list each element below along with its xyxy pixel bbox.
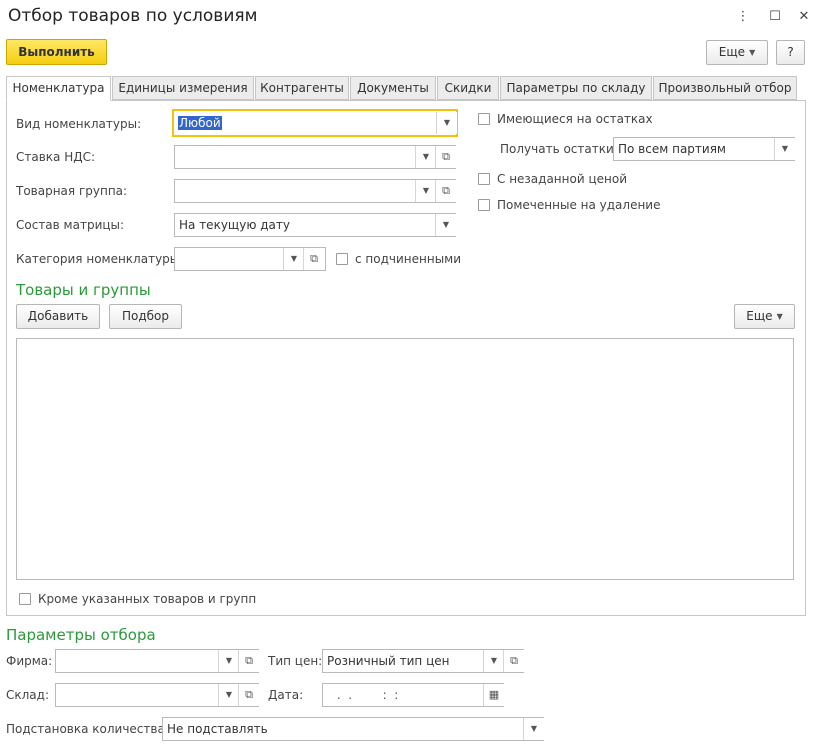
marked-deleted-checkbox[interactable] (478, 199, 490, 211)
goods-section-title: Товары и группы (16, 281, 151, 299)
warehouse-select[interactable]: ▼ ⧉ (55, 683, 259, 707)
vat-select[interactable]: ▼ ⧉ (174, 145, 456, 169)
execute-button-label: Выполнить (18, 45, 95, 59)
subordinate-checkbox[interactable] (336, 253, 348, 265)
get-balances-select[interactable]: По всем партиям ▼ (613, 137, 795, 161)
price-type-value: Розничный тип цен (327, 654, 450, 668)
goods-more-label: Еще (746, 309, 773, 323)
dropdown-icon[interactable]: ▼ (283, 248, 304, 270)
get-balances-label: Получать остатки: (500, 142, 618, 156)
tab-label: Параметры по складу (506, 81, 646, 95)
open-icon[interactable]: ⧉ (503, 650, 524, 672)
goods-list[interactable] (16, 338, 794, 580)
date-input[interactable]: . . : : ▦ (322, 683, 504, 707)
tab-label: Контрагенты (260, 81, 344, 95)
dropdown-icon[interactable]: ▼ (218, 650, 239, 672)
category-label: Категория номенклатуры: (16, 252, 184, 266)
tab-documents[interactable]: Документы (350, 76, 436, 100)
except-checkbox[interactable] (19, 593, 31, 605)
matrix-label: Состав матрицы: (16, 218, 125, 232)
date-label: Дата: (268, 688, 304, 702)
tab-label: Документы (357, 81, 429, 95)
dropdown-icon[interactable]: ▼ (774, 138, 795, 160)
quantity-select[interactable]: Не подставлять ▼ (162, 717, 544, 741)
matrix-select[interactable]: На текущую дату ▼ (174, 213, 456, 237)
help-button-label: ? (787, 45, 794, 59)
chevron-down-icon: ▼ (776, 312, 783, 321)
kind-value: Любой (178, 116, 222, 130)
goods-more-button[interactable]: Еще ▼ (734, 304, 795, 329)
add-button-label: Добавить (27, 309, 89, 323)
marked-deleted-label: Помеченные на удаление (497, 198, 661, 212)
maximize-icon[interactable]: ☐ (766, 8, 784, 26)
get-balances-value: По всем партиям (618, 142, 726, 156)
category-select[interactable]: ▼ ⧉ (174, 247, 326, 271)
date-value: . . : : (333, 688, 399, 702)
tab-label: Единицы измерения (118, 81, 248, 95)
tab-custom-filter[interactable]: Произвольный отбор (653, 76, 797, 100)
subordinate-label: с подчиненными (355, 252, 462, 266)
dropdown-icon[interactable]: ▼ (435, 214, 456, 236)
except-label: Кроме указанных товаров и групп (38, 592, 257, 606)
tab-discounts[interactable]: Скидки (437, 76, 499, 100)
firm-select[interactable]: ▼ ⧉ (55, 649, 259, 673)
tab-label: Скидки (444, 81, 492, 95)
kind-select[interactable]: Любой ▼ (172, 109, 458, 137)
close-icon[interactable]: ✕ (795, 8, 813, 26)
kind-label: Вид номенклатуры: (16, 117, 142, 131)
open-icon[interactable]: ⧉ (303, 248, 324, 270)
tab-units[interactable]: Единицы измерения (112, 76, 254, 100)
pick-button-label: Подбор (121, 309, 170, 323)
firm-label: Фирма: (6, 654, 53, 668)
quantity-label: Подстановка количества: (6, 722, 169, 736)
tab-label: Номенклатура (12, 81, 105, 95)
group-label: Товарная группа: (16, 184, 128, 198)
tab-nomenclature[interactable]: Номенклатура (6, 76, 111, 101)
group-select[interactable]: ▼ ⧉ (174, 179, 456, 203)
quantity-value: Не подставлять (167, 722, 268, 736)
dropdown-icon[interactable]: ▼ (523, 718, 544, 740)
dropdown-icon[interactable]: ▼ (436, 112, 457, 134)
more-button-label: Еще (718, 45, 746, 59)
in-stock-checkbox[interactable] (478, 113, 490, 125)
open-icon[interactable]: ⧉ (238, 684, 259, 706)
matrix-value: На текущую дату (179, 218, 290, 232)
tab-warehouse-params[interactable]: Параметры по складу (500, 76, 652, 100)
tab-counterparties[interactable]: Контрагенты (255, 76, 349, 100)
dropdown-icon[interactable]: ▼ (218, 684, 239, 706)
add-button[interactable]: Добавить (16, 304, 100, 329)
no-price-label: С незаданной ценой (497, 172, 627, 186)
help-button[interactable]: ? (776, 40, 805, 65)
dropdown-icon[interactable]: ▼ (415, 146, 436, 168)
warehouse-label: Склад: (6, 688, 49, 702)
open-icon[interactable]: ⧉ (435, 180, 456, 202)
more-button[interactable]: Еще ▼ (706, 40, 768, 65)
no-price-checkbox[interactable] (478, 173, 490, 185)
open-icon[interactable]: ⧉ (238, 650, 259, 672)
price-type-select[interactable]: Розничный тип цен ▼ ⧉ (322, 649, 524, 673)
calendar-icon[interactable]: ▦ (483, 684, 504, 706)
chevron-down-icon: ▼ (749, 48, 756, 57)
open-icon[interactable]: ⧉ (435, 146, 456, 168)
vat-label: Ставка НДС: (16, 150, 96, 164)
tab-label: Произвольный отбор (658, 81, 792, 95)
window-title: Отбор товаров по условиям (8, 6, 258, 26)
dropdown-icon[interactable]: ▼ (483, 650, 504, 672)
in-stock-label: Имеющиеся на остатках (497, 112, 653, 126)
more-menu-icon[interactable]: ⋮ (734, 8, 752, 26)
dropdown-icon[interactable]: ▼ (415, 180, 436, 202)
execute-button[interactable]: Выполнить (6, 39, 107, 65)
params-section-title: Параметры отбора (6, 626, 156, 644)
price-type-label: Тип цен: (268, 654, 323, 668)
pick-button[interactable]: Подбор (109, 304, 182, 329)
